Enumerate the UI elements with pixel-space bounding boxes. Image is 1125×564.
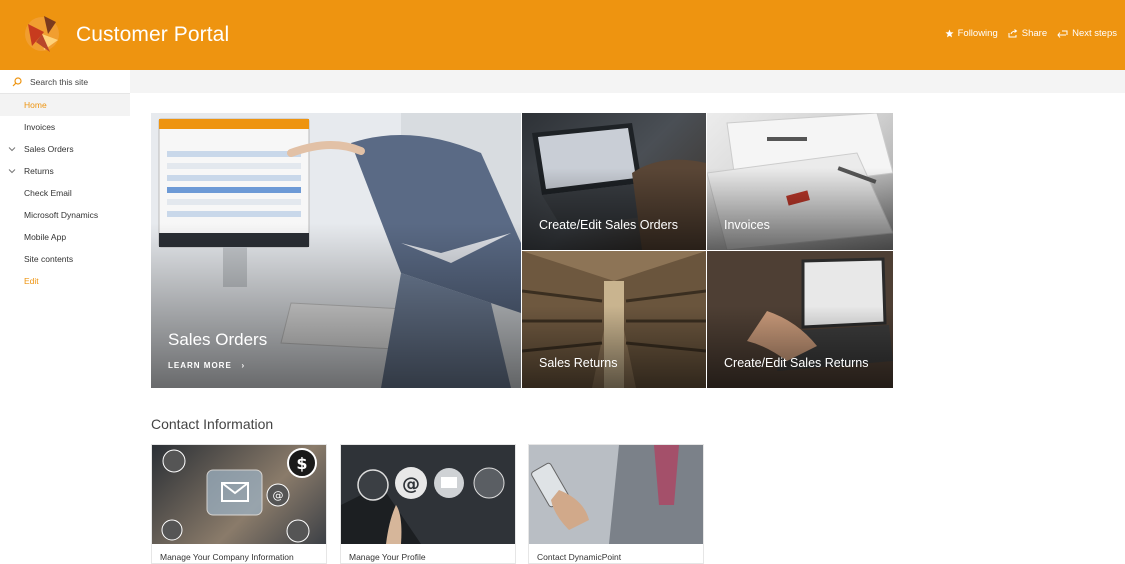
site-header: Customer Portal Following Share Next ste… <box>0 0 1125 70</box>
following-button[interactable]: Following <box>945 28 998 39</box>
tile-invoices[interactable]: Invoices <box>707 113 893 250</box>
next-steps-icon <box>1057 30 1068 38</box>
next-steps-button[interactable]: Next steps <box>1057 28 1117 39</box>
tile-create-edit-sales-returns[interactable]: Create/Edit Sales Returns <box>707 251 893 388</box>
card-manage-company-info[interactable]: $ @ Manage Your Company Information <box>151 444 327 564</box>
nav-item-label: Site contents <box>24 254 74 264</box>
logo-icon <box>25 16 59 52</box>
nav-item-label: Home <box>24 100 47 110</box>
search-icon <box>12 76 22 86</box>
nav-item-returns[interactable]: Returns <box>0 160 130 182</box>
card-label: Manage Your Company Information <box>160 552 294 562</box>
nav-edit-link[interactable]: Edit <box>0 270 130 292</box>
nav-item-label: Edit <box>24 276 39 286</box>
card-contact-dynamicpoint[interactable]: Contact DynamicPoint <box>528 444 704 564</box>
nav-item-label: Invoices <box>24 122 56 132</box>
nav-item-mobile-app[interactable]: Mobile App <box>0 226 130 248</box>
nav-list: Home Invoices Sales Orders Returns Check… <box>0 94 130 292</box>
card-illustration <box>529 445 703 544</box>
tile-title: Sales Returns <box>539 356 618 370</box>
hero-title: Sales Orders <box>168 330 268 349</box>
tile-sales-returns[interactable]: Sales Returns <box>522 251 706 388</box>
chevron-down-icon[interactable] <box>8 145 16 153</box>
svg-text:@: @ <box>273 489 284 502</box>
card-image: $ @ <box>152 445 326 544</box>
share-icon <box>1008 29 1018 38</box>
nav-item-invoices[interactable]: Invoices <box>0 116 130 138</box>
site-logo[interactable] <box>22 12 62 56</box>
tile-shade <box>522 167 706 250</box>
nav-item-sales-orders[interactable]: Sales Orders <box>0 138 130 160</box>
svg-text:$: $ <box>296 454 307 473</box>
site-title[interactable]: Customer Portal <box>76 23 229 47</box>
following-label: Following <box>957 28 998 39</box>
left-navigation: Search this site Home Invoices Sales Ord… <box>0 70 130 564</box>
card-illustration: $ @ <box>161 448 317 543</box>
card-illustration: @ <box>341 445 515 544</box>
tile-shade <box>522 305 706 388</box>
nav-item-microsoft-dynamics[interactable]: Microsoft Dynamics <box>0 204 130 226</box>
nav-item-label: Microsoft Dynamics <box>24 210 99 220</box>
command-bar <box>130 70 1125 93</box>
search-input[interactable]: Search this site <box>30 77 88 87</box>
nav-item-label: Sales Orders <box>24 144 74 154</box>
card-manage-profile[interactable]: @ Manage Your Profile <box>340 444 516 564</box>
nav-item-check-email[interactable]: Check Email <box>0 182 130 204</box>
learn-more-link[interactable]: LEARN MORE › <box>168 361 245 370</box>
tile-shade <box>707 305 893 388</box>
contact-section-title: Contact Information <box>151 416 274 432</box>
card-image: @ <box>341 445 515 544</box>
card-label: Manage Your Profile <box>349 552 426 562</box>
share-label: Share <box>1021 28 1048 39</box>
nav-item-label: Check Email <box>24 188 72 198</box>
nav-item-site-contents[interactable]: Site contents <box>0 248 130 270</box>
star-icon <box>945 29 954 38</box>
tile-title: Invoices <box>724 218 770 232</box>
svg-text:@: @ <box>402 474 420 495</box>
nav-item-label: Returns <box>24 166 54 176</box>
header-actions: Following Share Next steps <box>945 28 1117 39</box>
nav-item-label: Mobile App <box>24 232 67 242</box>
card-image <box>529 445 703 544</box>
chevron-right-icon: › <box>235 361 246 370</box>
nav-item-home[interactable]: Home <box>0 94 130 116</box>
tile-shade <box>707 167 893 250</box>
card-label: Contact DynamicPoint <box>537 552 622 562</box>
next-steps-label: Next steps <box>1072 28 1117 39</box>
share-button[interactable]: Share <box>1008 28 1047 39</box>
search-box[interactable]: Search this site <box>0 70 130 94</box>
learn-more-label: LEARN MORE <box>168 361 232 370</box>
chevron-down-icon[interactable] <box>8 167 16 175</box>
hero-tile-sales-orders[interactable]: Sales Orders LEARN MORE › <box>151 113 521 388</box>
tile-title: Create/Edit Sales Orders <box>539 218 678 232</box>
tile-create-edit-sales-orders[interactable]: Create/Edit Sales Orders <box>522 113 706 250</box>
tile-title: Create/Edit Sales Returns <box>724 356 869 370</box>
